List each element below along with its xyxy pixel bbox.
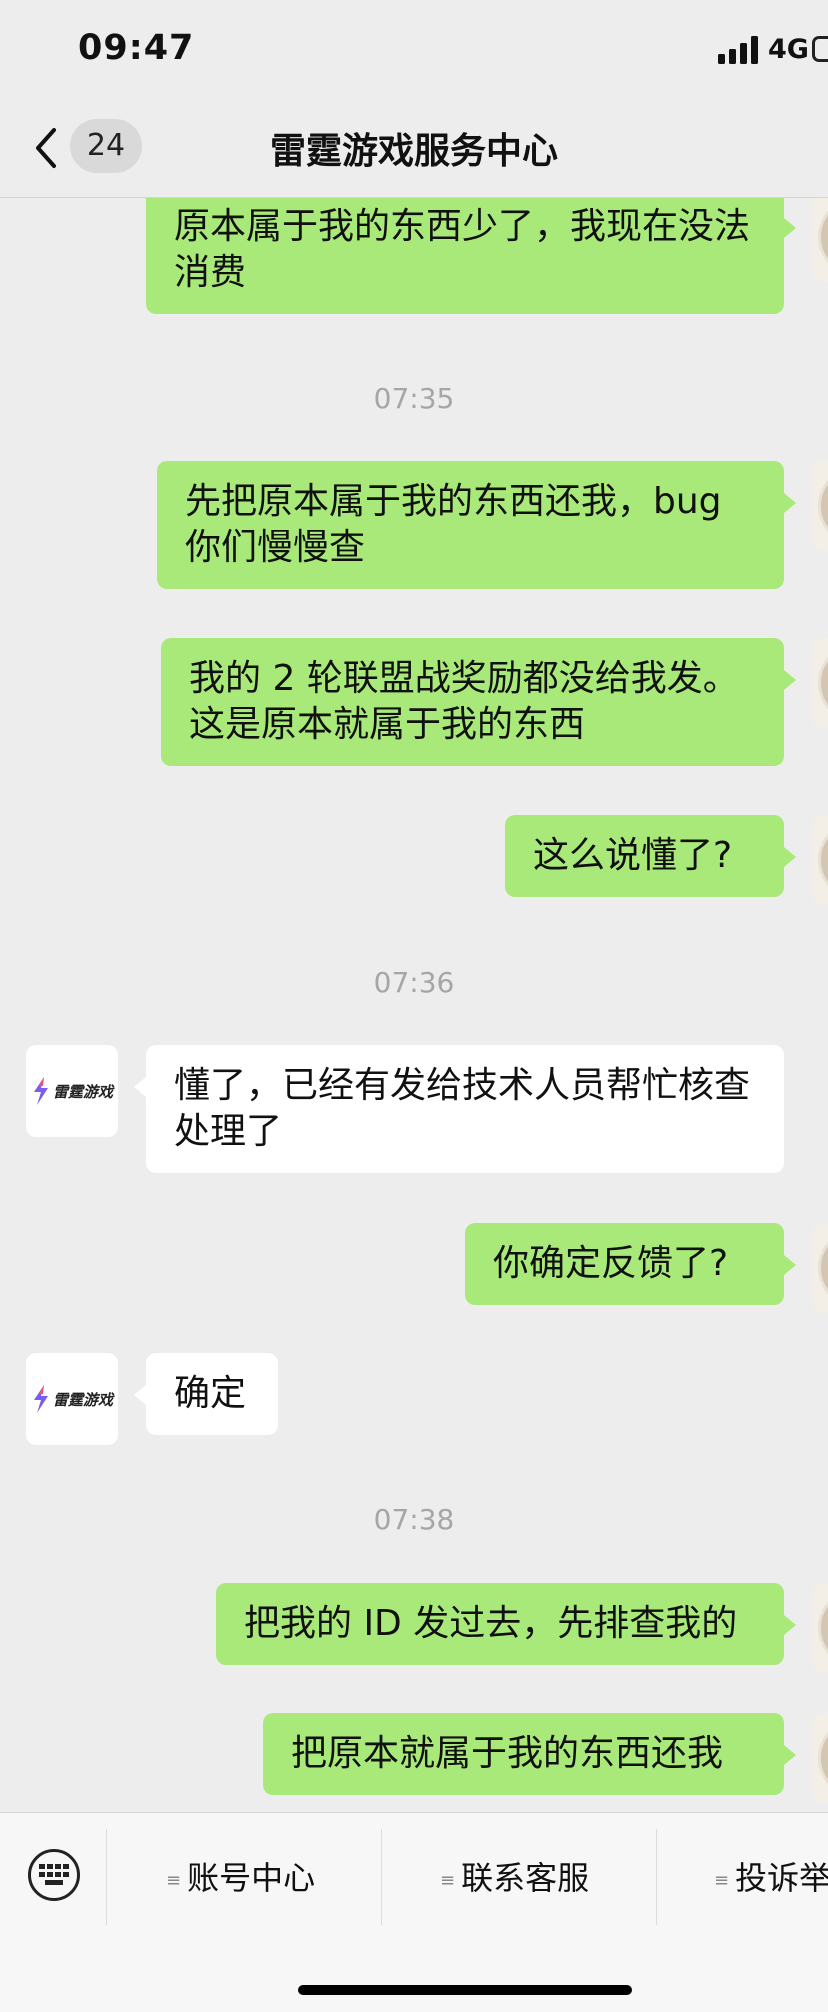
network-label: 4G	[768, 34, 809, 65]
message-timestamp: 07:38	[373, 1503, 455, 1536]
service-logo-text: 雷霆游戏	[52, 1082, 113, 1101]
message-text: 这么说懂了?	[533, 835, 733, 876]
message-text: 把我的 ID 发过去，先排查我的	[244, 1603, 738, 1644]
outgoing-message[interactable]: 把我的 ID 发过去，先排查我的	[216, 1583, 796, 1665]
nav-bar: 24 雷霆游戏服务中心	[0, 96, 828, 198]
menu-item-complaint[interactable]: ≡ 投诉举	[714, 1853, 828, 1899]
lightning-logo-icon	[33, 1077, 48, 1105]
battery-icon	[812, 36, 828, 62]
keyboard-icon[interactable]	[28, 1849, 80, 1901]
menu-divider	[656, 1829, 657, 1925]
service-logo-text: 雷霆游戏	[52, 1390, 113, 1409]
bottom-menu: ≡ 账号中心 ≡ 联系客服 ≡ 投诉举	[0, 1812, 828, 2012]
message-text: 确定	[174, 1373, 247, 1414]
outgoing-message[interactable]: 你确定反馈了?	[465, 1223, 796, 1305]
message-text: 懂了，已经有发给技术人员帮忙核查处理了	[174, 1065, 751, 1152]
user-avatar[interactable]	[812, 638, 828, 728]
user-avatar[interactable]	[812, 198, 828, 282]
user-avatar[interactable]	[812, 1713, 828, 1803]
outgoing-message[interactable]: 我的 2 轮联盟战奖励都没给我发。这是原本就属于我的东西	[161, 638, 796, 766]
menu-lines-icon: ≡	[440, 1869, 456, 1891]
menu-item-contact-support[interactable]: ≡ 联系客服	[440, 1853, 589, 1899]
lightning-logo-icon	[33, 1385, 48, 1413]
status-time: 09:47	[78, 28, 195, 68]
service-avatar[interactable]: 雷霆游戏	[26, 1045, 118, 1137]
user-avatar[interactable]	[812, 1223, 828, 1313]
menu-item-account-center[interactable]: ≡ 账号中心	[166, 1853, 315, 1899]
signal-icon	[718, 36, 758, 64]
user-avatar[interactable]	[812, 1583, 828, 1673]
message-text: 我的 2 轮联盟战奖励都没给我发。这是原本就属于我的东西	[189, 658, 739, 745]
incoming-message[interactable]: 懂了，已经有发给技术人员帮忙核查处理了	[134, 1045, 784, 1173]
menu-divider	[106, 1829, 107, 1925]
user-avatar[interactable]	[812, 461, 828, 551]
menu-item-label: 账号中心	[187, 1859, 316, 1897]
unread-count-badge[interactable]: 24	[70, 119, 142, 173]
message-text: 先把原本属于我的东西还我，bug 你们慢慢查	[185, 481, 722, 568]
service-avatar[interactable]: 雷霆游戏	[26, 1353, 118, 1445]
message-text: 你确定反馈了?	[493, 1243, 729, 1284]
page-title: 雷霆游戏服务中心	[269, 131, 558, 172]
message-text: 把原本就属于我的东西还我	[291, 1733, 724, 1774]
message-timestamp: 07:35	[373, 382, 455, 415]
outgoing-message[interactable]: 原本属于我的东西少了，我现在没法消费	[146, 198, 796, 314]
message-text: 原本属于我的东西少了，我现在没法消费	[174, 206, 751, 293]
menu-item-label: 投诉举	[735, 1859, 828, 1897]
outgoing-message[interactable]: 这么说懂了?	[505, 815, 796, 897]
menu-lines-icon: ≡	[166, 1869, 182, 1891]
status-bar: 09:47 4G	[0, 0, 828, 96]
menu-item-label: 联系客服	[461, 1859, 590, 1897]
message-timestamp: 07:36	[373, 966, 455, 999]
chat-screen: 09:47 4G 24 雷霆游戏服务中心 原本属于我的东西少了，我现在没法消费 …	[0, 0, 828, 2012]
user-avatar[interactable]	[812, 815, 828, 905]
incoming-message[interactable]: 确定	[134, 1353, 278, 1435]
menu-divider	[381, 1829, 382, 1925]
home-indicator	[298, 1985, 632, 1995]
outgoing-message[interactable]: 把原本就属于我的东西还我	[263, 1713, 796, 1795]
menu-lines-icon: ≡	[714, 1869, 730, 1891]
message-list[interactable]: 原本属于我的东西少了，我现在没法消费 07:35 先把原本属于我的东西还我，bu…	[0, 198, 828, 1812]
outgoing-message[interactable]: 先把原本属于我的东西还我，bug 你们慢慢查	[157, 461, 796, 589]
chevron-left-icon[interactable]	[30, 126, 64, 170]
